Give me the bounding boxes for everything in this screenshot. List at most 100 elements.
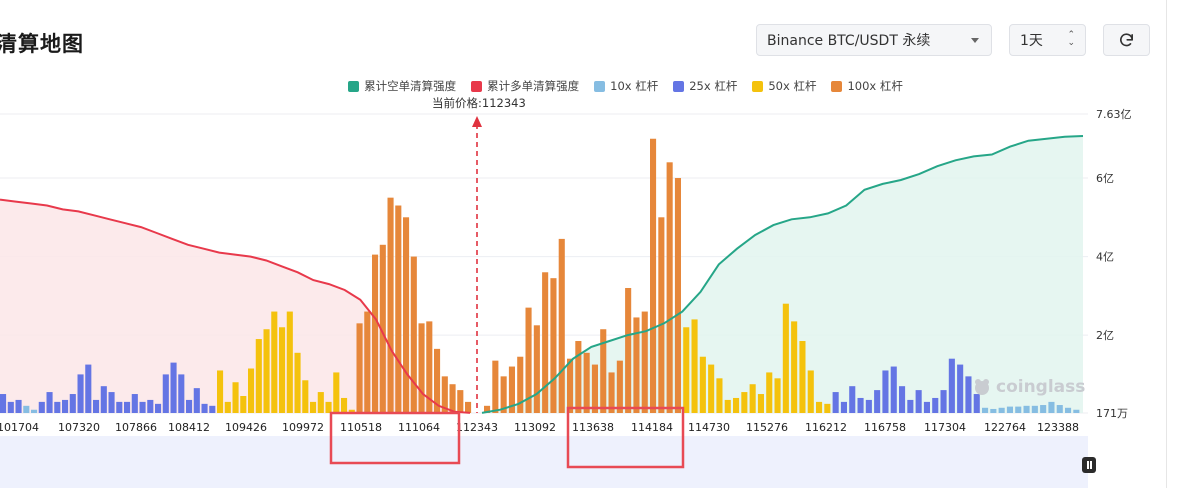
- bar: [550, 278, 557, 413]
- bar: [1048, 401, 1055, 413]
- bar: [1040, 405, 1047, 413]
- bar: [77, 374, 84, 413]
- bar: [23, 405, 30, 413]
- bar: [465, 401, 472, 413]
- bar: [31, 409, 38, 413]
- bar: [372, 254, 379, 413]
- bar: [170, 362, 177, 413]
- bar: [364, 311, 371, 413]
- bar: [849, 386, 856, 413]
- bar: [641, 311, 648, 413]
- bar: [69, 394, 76, 413]
- x-tick-label: 115276: [746, 421, 788, 434]
- bar: [666, 162, 673, 413]
- bar: [124, 401, 131, 413]
- x-tick-label: 116758: [864, 421, 906, 434]
- y-axis: 171万 2亿 4亿 6亿 7.63亿: [1096, 108, 1132, 420]
- bar: [147, 399, 154, 413]
- bar: [716, 378, 723, 413]
- y-tick-label: 6亿: [1096, 172, 1114, 185]
- bar: [201, 403, 208, 413]
- bar: [387, 197, 394, 413]
- y-tick-label: 7.63亿: [1096, 108, 1132, 121]
- bar: [46, 392, 53, 413]
- bar: [1015, 406, 1022, 413]
- bar: [263, 329, 270, 413]
- bar: [457, 390, 464, 413]
- bar: [1056, 405, 1063, 413]
- bar: [240, 395, 247, 413]
- bar: [403, 217, 410, 413]
- bar: [757, 394, 764, 413]
- x-tick-label: 122764: [984, 421, 1026, 434]
- x-tick-label: 107866: [115, 421, 157, 434]
- bar: [558, 238, 565, 413]
- bar: [1073, 409, 1080, 413]
- highlight-box: [566, 406, 685, 469]
- bar: [674, 178, 681, 413]
- bar: [108, 392, 115, 413]
- bar: [616, 360, 623, 413]
- bar: [1006, 406, 1013, 413]
- bar: [915, 390, 922, 413]
- bar: [54, 401, 61, 413]
- current-price-marker: [472, 116, 482, 413]
- bar: [232, 382, 239, 413]
- bar: [708, 364, 715, 413]
- bar: [982, 407, 989, 413]
- bar: [824, 403, 831, 413]
- x-axis: 101704 107320 107866 108412 109426 109972 1105…: [0, 421, 1079, 434]
- x-tick-label: 114184: [631, 421, 673, 434]
- bar: [1031, 405, 1038, 413]
- bar: [186, 399, 193, 413]
- highlight-boxes: [329, 406, 685, 469]
- bar: [294, 352, 301, 413]
- bar: [683, 327, 690, 413]
- bar: [724, 399, 731, 413]
- bar: [0, 394, 7, 413]
- bar: [418, 323, 425, 413]
- bar: [890, 366, 897, 413]
- x-tick-label: 107320: [58, 421, 100, 434]
- bar: [139, 401, 146, 413]
- bar: [449, 384, 456, 413]
- bar: [279, 327, 286, 413]
- price-arrow-icon: [472, 116, 482, 127]
- x-tick-label: 109426: [225, 421, 267, 434]
- bar: [749, 384, 756, 413]
- bar: [650, 138, 657, 413]
- bar: [1065, 407, 1072, 413]
- x-tick-label: 110518: [340, 421, 382, 434]
- bar: [948, 358, 955, 413]
- x-tick-label: 117304: [924, 421, 966, 434]
- bar: [255, 339, 262, 413]
- bar: [492, 360, 499, 413]
- bar: [310, 401, 317, 413]
- bar: [567, 358, 574, 413]
- bar: [591, 364, 598, 413]
- bar: [395, 205, 402, 413]
- bar: [882, 370, 889, 413]
- bar: [957, 364, 964, 413]
- bar: [162, 374, 169, 413]
- bar: [583, 352, 590, 413]
- bar: [341, 397, 348, 413]
- bar: [317, 392, 324, 413]
- x-tick-label: 123388: [1037, 421, 1079, 434]
- bar: [209, 405, 216, 413]
- bar: [356, 323, 363, 413]
- bar: [799, 341, 806, 413]
- bar: [1023, 405, 1030, 413]
- x-tick-label: 113092: [514, 421, 556, 434]
- bar: [691, 319, 698, 413]
- bar: [542, 272, 549, 413]
- bar: [741, 392, 748, 413]
- bar: [62, 399, 69, 413]
- bar: [874, 390, 881, 413]
- bar: [932, 397, 939, 413]
- bar: [193, 388, 200, 413]
- bar: [286, 311, 293, 413]
- bar: [899, 386, 906, 413]
- x-tick-label: 116212: [805, 421, 847, 434]
- bar: [85, 364, 92, 413]
